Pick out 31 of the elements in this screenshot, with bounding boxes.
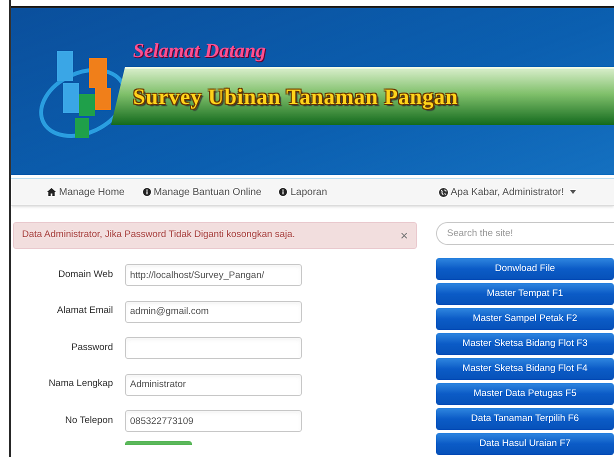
nav-link[interactable]: Manage Home <box>47 184 125 200</box>
input-field[interactable]: http://localhost/Survey_Pangan/ <box>125 264 302 286</box>
field-label: No Telepon <box>64 414 113 428</box>
greeting-text: Selamat Datang <box>133 39 266 64</box>
search-field[interactable]: Search the site! <box>436 222 614 245</box>
input-field[interactable] <box>125 337 302 359</box>
nav-link[interactable]: Manage Bantuan Online <box>142 184 262 200</box>
input-field[interactable]: 085322773109 <box>125 410 302 432</box>
alert-message: Data Administrator, Jika Password Tidak Diganti kosongkan saja. <box>22 228 295 242</box>
caret-icon <box>570 190 576 194</box>
menu-button[interactable]: Master Sketsa Bidang Flot F4 <box>436 358 614 380</box>
info-icon <box>142 188 151 196</box>
field-label: Alamat Email <box>56 304 113 318</box>
home-icon <box>47 188 56 196</box>
menu-button[interactable]: Data Hasul Uraian F7 <box>436 433 614 455</box>
field-label: Domain Web <box>57 268 113 282</box>
field-label: Password <box>70 340 113 355</box>
menu-button[interactable]: Master Data Petugas F5 <box>436 383 614 405</box>
field-label: Nama Lengkap <box>48 377 113 392</box>
close-button[interactable]: × <box>400 229 408 242</box>
menu-button[interactable]: Donwload File <box>436 258 614 280</box>
site-title: Survey Ubinan Tanaman Pangan <box>133 83 458 111</box>
menu-button[interactable]: Data Tanaman Terpilih F6 <box>436 408 614 430</box>
input-field[interactable]: admin@gmail.com <box>125 300 302 322</box>
menu-button[interactable]: Master Sketsa Bidang Flot F3 <box>436 333 614 355</box>
input-field[interactable]: Administrator <box>125 374 302 396</box>
menu-button[interactable]: Master Tempat F1 <box>436 283 614 305</box>
user-menu[interactable]: Apa Kabar, Administrator! <box>438 184 576 200</box>
nav-link[interactable]: Laporan <box>279 184 328 200</box>
menu-button[interactable]: Master Sampel Petak F2 <box>436 308 614 330</box>
info-icon <box>279 188 288 196</box>
